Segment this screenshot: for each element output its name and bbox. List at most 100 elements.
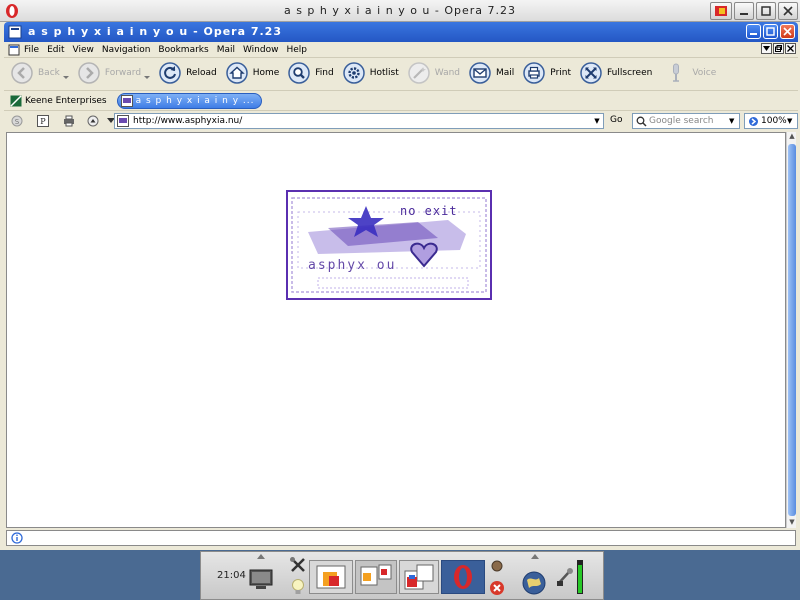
- panel-arrow-icon[interactable]: [531, 554, 539, 560]
- page-close-button[interactable]: [785, 43, 796, 54]
- close-button[interactable]: [778, 2, 798, 20]
- window-manager-titlebar: a s p h y x i a i n y o u - Opera 7.23: [0, 0, 800, 22]
- menu-window[interactable]: Window: [243, 45, 279, 55]
- window-title: a s p h y x i a i n y o u - Opera 7.23: [283, 4, 517, 17]
- forward-button[interactable]: Forward: [77, 61, 151, 85]
- menu-mail[interactable]: Mail: [217, 45, 235, 55]
- chevron-down-icon[interactable]: ▼: [729, 117, 739, 125]
- mail-icon: [469, 62, 491, 84]
- app-icon: [316, 565, 346, 589]
- globe-icon[interactable]: [521, 570, 547, 596]
- maximize-button[interactable]: [756, 2, 776, 20]
- back-button[interactable]: Back: [10, 61, 69, 85]
- home-button[interactable]: Home: [225, 61, 280, 85]
- hotlist-button[interactable]: Hotlist: [342, 61, 399, 85]
- restore-button[interactable]: [773, 43, 784, 54]
- wand-button[interactable]: Wand: [407, 61, 460, 85]
- document-titlebar: a s p h y x i a i n y o u - Opera 7.23: [4, 22, 798, 42]
- back-label: Back: [38, 68, 60, 78]
- desktop-panel: 21:04: [200, 551, 604, 600]
- presentation-icon: P: [37, 114, 49, 127]
- voice-button[interactable]: Voice: [664, 61, 716, 85]
- vertical-scrollbar[interactable]: ▲ ▼: [786, 132, 796, 528]
- gear-icon: [342, 62, 365, 84]
- app-icon: [715, 6, 727, 16]
- mail-button[interactable]: Mail: [468, 61, 514, 85]
- lightbulb-icon[interactable]: [291, 578, 305, 596]
- menu-view[interactable]: View: [73, 45, 94, 55]
- search-icon: [288, 62, 311, 84]
- taskbar-window-3[interactable]: [399, 560, 439, 594]
- minimize-icon: [750, 33, 757, 35]
- scroll-thumb[interactable]: [788, 144, 796, 516]
- zoom-icon: [749, 116, 758, 126]
- reload-label: Reload: [186, 68, 217, 78]
- minimize-button[interactable]: [734, 2, 754, 20]
- mixer-knob-icon[interactable]: [491, 560, 503, 572]
- network-tool-icon[interactable]: [555, 566, 575, 588]
- fullscreen-button[interactable]: Fullscreen: [579, 61, 652, 85]
- close-icon: [787, 45, 794, 52]
- restore-icon: [775, 45, 782, 52]
- tools-icon[interactable]: [289, 556, 307, 574]
- battery-meter[interactable]: [577, 560, 583, 594]
- maximize-icon: [766, 27, 775, 36]
- fullscreen-label: Fullscreen: [607, 68, 653, 78]
- clock[interactable]: 21:04: [217, 570, 246, 581]
- window-menu-button[interactable]: [710, 2, 732, 20]
- chevron-down-icon[interactable]: ▼: [591, 117, 603, 125]
- chevron-down-icon[interactable]: [144, 75, 151, 79]
- chevron-down-icon[interactable]: [62, 75, 69, 79]
- presentation-button[interactable]: P: [36, 114, 50, 128]
- url-field[interactable]: http://www.asphyxia.nu/ ▼: [114, 113, 604, 129]
- svg-text:S: S: [15, 118, 20, 126]
- stamp-logo-graphic: [291, 197, 487, 293]
- panel-arrow-icon[interactable]: [257, 554, 265, 560]
- doc-minimize-button[interactable]: [746, 24, 761, 39]
- close-session-icon[interactable]: [489, 580, 505, 596]
- back-arrow-icon: [11, 62, 33, 84]
- search-field[interactable]: Google search ▼: [632, 113, 740, 129]
- page-icon: [120, 94, 133, 107]
- menu-help[interactable]: Help: [286, 45, 307, 55]
- menu-file[interactable]: File: [24, 45, 39, 55]
- security-icon: S: [11, 115, 23, 126]
- site-logo-image[interactable]: no exit asphyx ou: [286, 190, 492, 300]
- menu-bookmarks[interactable]: Bookmarks: [158, 45, 208, 55]
- security-button[interactable]: S: [10, 114, 24, 128]
- chevron-down-icon[interactable]: ▼: [787, 117, 797, 125]
- home-label: Home: [252, 68, 280, 78]
- info-icon[interactable]: [11, 532, 23, 544]
- desktop-monitor-icon[interactable]: [249, 568, 273, 590]
- menu-bar: File Edit View Navigation Bookmarks Mail…: [4, 42, 798, 58]
- scroll-up-icon[interactable]: ▲: [787, 132, 797, 142]
- tab-asphyxiainyou[interactable]: a s p h y x i a i n y ...: [116, 92, 262, 109]
- tab-keene-enterprises[interactable]: Keene Enterprises: [10, 93, 107, 109]
- wand-icon: [408, 62, 430, 84]
- page-up-button[interactable]: [86, 114, 100, 128]
- go-button[interactable]: Go: [610, 115, 622, 125]
- app-icon: [404, 564, 434, 590]
- window-list-button[interactable]: [761, 43, 772, 54]
- scroll-down-icon[interactable]: ▼: [787, 518, 797, 528]
- taskbar-opera-button[interactable]: [441, 560, 485, 594]
- logo-wordmark: asphyx ou: [308, 258, 397, 273]
- doc-maximize-button[interactable]: [763, 24, 778, 39]
- print-preview-button[interactable]: [62, 114, 76, 128]
- menu-edit[interactable]: Edit: [47, 45, 64, 55]
- print-button[interactable]: Print: [522, 61, 571, 85]
- taskbar-window-2[interactable]: [355, 560, 397, 594]
- zoom-value: 100%: [761, 116, 787, 126]
- forward-label: Forward: [104, 68, 142, 78]
- menu-navigation[interactable]: Navigation: [102, 45, 151, 55]
- url-text[interactable]: http://www.asphyxia.nu/: [133, 116, 591, 126]
- logo-tagline: no exit: [400, 204, 458, 218]
- find-button[interactable]: Find: [287, 61, 334, 85]
- reload-button[interactable]: Reload: [158, 61, 217, 85]
- doc-close-button[interactable]: [780, 24, 795, 39]
- document-menu-icon[interactable]: [8, 44, 20, 56]
- taskbar-window-1[interactable]: [309, 560, 353, 594]
- home-icon: [225, 62, 248, 84]
- document-title: a s p h y x i a i n y o u - Opera 7.23: [28, 25, 282, 38]
- zoom-field[interactable]: 100% ▼: [744, 113, 798, 129]
